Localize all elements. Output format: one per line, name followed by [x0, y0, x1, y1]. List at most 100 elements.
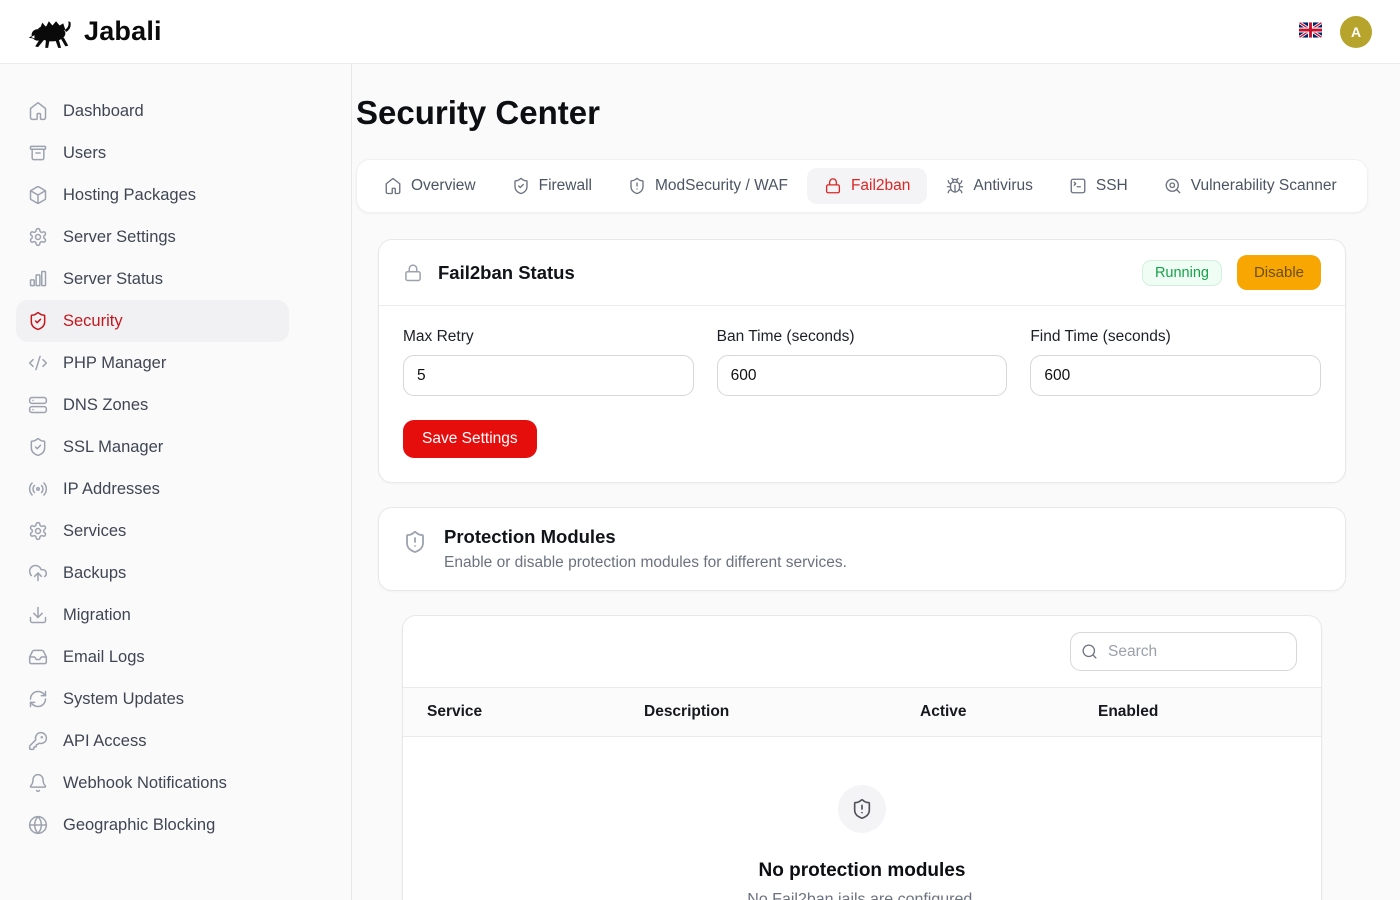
empty-state-subtitle: No Fail2ban jails are configured.	[747, 891, 976, 900]
sidebar-item-label: Users	[63, 144, 106, 163]
sidebar-item-label: Migration	[63, 606, 131, 625]
sidebar-item-geographic-blocking[interactable]: Geographic Blocking	[16, 804, 289, 846]
search-circle-icon	[1164, 177, 1182, 195]
field-max-retry: Max Retry	[403, 328, 694, 396]
shield-alert-icon	[851, 798, 873, 820]
header-actions: A	[1297, 16, 1372, 48]
sidebar-item-system-updates[interactable]: System Updates	[16, 678, 289, 720]
sidebar-item-dns-zones[interactable]: DNS Zones	[16, 384, 289, 426]
sidebar-item-webhook-notifications[interactable]: Webhook Notifications	[16, 762, 289, 804]
protection-modules-text: Protection Modules Enable or disable pro…	[444, 526, 847, 572]
fail2ban-card-body: Max Retry Ban Time (seconds) Find Time (se…	[379, 306, 1345, 482]
home-icon	[384, 177, 402, 195]
disable-button[interactable]: Disable	[1237, 255, 1321, 290]
fail2ban-status-card: Fail2ban Status Running Disable Max Retr…	[378, 239, 1346, 483]
sidebar-item-ip-addresses[interactable]: IP Addresses	[16, 468, 289, 510]
tab-antivirus[interactable]: Antivirus	[929, 168, 1049, 204]
sidebar-item-label: IP Addresses	[63, 480, 160, 499]
field-label-find-time: Find Time (seconds)	[1030, 328, 1321, 346]
sidebar-item-server-settings[interactable]: Server Settings	[16, 216, 289, 258]
sidebar-item-label: Dashboard	[63, 102, 144, 121]
column-header-description: Description	[644, 703, 920, 721]
sidebar-item-label: Security	[63, 312, 123, 331]
key-icon	[28, 731, 48, 751]
shield-check-icon	[512, 177, 530, 195]
uk-flag-icon	[1299, 22, 1322, 41]
layout: Dashboard Users Hosting PackagesServer Set…	[0, 64, 1400, 900]
sidebar-item-label: Backups	[63, 564, 126, 583]
tab-firewall[interactable]: Firewall	[495, 168, 609, 204]
radio-waves-icon	[28, 479, 48, 499]
tab-label: Vulnerability Scanner	[1191, 177, 1337, 195]
field-label-max-retry: Max Retry	[403, 328, 694, 346]
protection-modules-card: Protection Modules Enable or disable pro…	[378, 507, 1346, 591]
gear-icon	[28, 227, 48, 247]
sidebar-item-php-manager[interactable]: PHP Manager	[16, 342, 289, 384]
bell-icon	[28, 773, 48, 793]
sidebar-item-label: Email Logs	[63, 648, 145, 667]
sidebar-item-label: SSL Manager	[63, 438, 163, 457]
home-icon	[28, 101, 48, 121]
fail2ban-fields: Max Retry Ban Time (seconds) Find Time (se…	[403, 328, 1321, 396]
tab-label: Firewall	[539, 177, 592, 195]
refresh-icon	[28, 689, 48, 709]
empty-state-title: No protection modules	[759, 860, 966, 882]
security-tabs: Overview Firewall ModSecurity / WAFFail2ba…	[356, 159, 1368, 213]
field-label-ban-time: Ban Time (seconds)	[717, 328, 1008, 346]
max-retry-input[interactable]	[403, 355, 694, 396]
tab-ssh[interactable]: SSH	[1052, 168, 1145, 204]
sidebar-item-backups[interactable]: Backups	[16, 552, 289, 594]
sidebar-item-label: DNS Zones	[63, 396, 148, 415]
sidebar-item-label: System Updates	[63, 690, 184, 709]
sidebar-item-label: Server Status	[63, 270, 163, 289]
bug-icon	[946, 177, 964, 195]
language-switcher[interactable]	[1297, 20, 1324, 43]
search-input[interactable]	[1070, 632, 1297, 671]
gear-icon	[28, 521, 48, 541]
tab-overview[interactable]: Overview	[367, 168, 493, 204]
sidebar-item-users[interactable]: Users	[16, 132, 289, 174]
bar-chart-icon	[28, 269, 48, 289]
sidebar-item-hosting-packages[interactable]: Hosting Packages	[16, 174, 289, 216]
tab-vulnerability-scanner[interactable]: Vulnerability Scanner	[1147, 168, 1354, 204]
empty-state: No protection modules No Fail2ban jails …	[403, 737, 1321, 900]
tab-modsecurity-waf[interactable]: ModSecurity / WAF	[611, 168, 805, 204]
tab-label: Antivirus	[973, 177, 1032, 195]
package-icon	[28, 185, 48, 205]
brand: Jabali	[28, 15, 162, 49]
ban-time-input[interactable]	[717, 355, 1008, 396]
sidebar-item-label: API Access	[63, 732, 146, 751]
tab-fail2ban[interactable]: Fail2ban	[807, 168, 927, 204]
code-icon	[28, 353, 48, 373]
content-stack: Fail2ban Status Running Disable Max Retr…	[356, 239, 1368, 900]
sidebar-nav: Dashboard Users Hosting PackagesServer Set…	[16, 90, 289, 846]
lock-icon	[403, 263, 423, 283]
sidebar-item-server-status[interactable]: Server Status	[16, 258, 289, 300]
field-ban-time: Ban Time (seconds)	[717, 328, 1008, 396]
user-avatar[interactable]: A	[1340, 16, 1372, 48]
tab-label: SSH	[1096, 177, 1128, 195]
terminal-icon	[1069, 177, 1087, 195]
find-time-input[interactable]	[1030, 355, 1321, 396]
sidebar-item-dashboard[interactable]: Dashboard	[16, 90, 289, 132]
save-settings-button[interactable]: Save Settings	[403, 420, 537, 458]
table-toolbar	[403, 616, 1321, 687]
sidebar-item-migration[interactable]: Migration	[16, 594, 289, 636]
sidebar-item-email-logs[interactable]: Email Logs	[16, 636, 289, 678]
brand-name: Jabali	[84, 16, 162, 47]
sidebar-item-services[interactable]: Services	[16, 510, 289, 552]
field-find-time: Find Time (seconds)	[1030, 328, 1321, 396]
column-header-enabled: Enabled	[1098, 703, 1297, 721]
fail2ban-card-header: Fail2ban Status Running Disable	[379, 240, 1345, 306]
sidebar: Dashboard Users Hosting PackagesServer Set…	[0, 64, 352, 900]
sidebar-item-ssl-manager[interactable]: SSL Manager	[16, 426, 289, 468]
protection-modules-title: Protection Modules	[444, 526, 847, 548]
shield-check-icon	[28, 311, 48, 331]
modules-table-header: ServiceDescriptionActiveEnabled	[403, 687, 1321, 737]
drawer-icon	[28, 143, 48, 163]
sidebar-item-security[interactable]: Security	[16, 300, 289, 342]
page-title: Security Center	[356, 94, 1368, 132]
sidebar-item-api-access[interactable]: API Access	[16, 720, 289, 762]
sidebar-item-label: PHP Manager	[63, 354, 166, 373]
status-badge: Running	[1142, 260, 1222, 286]
